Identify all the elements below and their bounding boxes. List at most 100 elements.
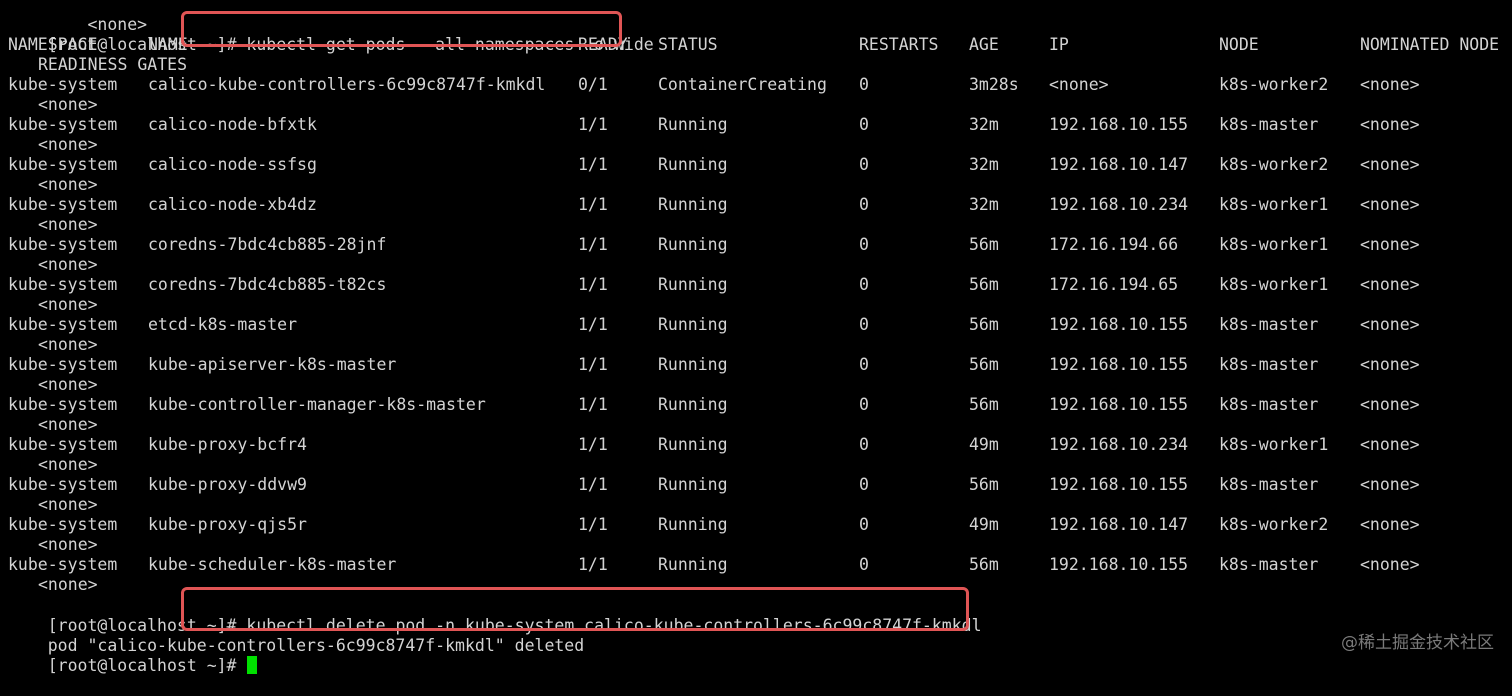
pod-namespace: kube-system xyxy=(8,435,118,454)
pod-node: k8s-worker1 xyxy=(1219,195,1329,214)
pod-namespace: kube-system xyxy=(8,195,118,214)
pod-age: 32m xyxy=(969,155,999,174)
pod-name: calico-kube-controllers-6c99c8747f-kmkdl xyxy=(148,75,546,94)
pod-status: Running xyxy=(658,275,728,294)
pod-age: 56m xyxy=(969,475,999,494)
pod-ready: 1/1 xyxy=(578,115,608,134)
pod-node: k8s-worker1 xyxy=(1219,235,1329,254)
pod-node: k8s-master xyxy=(1219,395,1319,414)
pod-ip: 192.168.10.147 xyxy=(1049,515,1189,534)
pod-readiness-gates: <none> xyxy=(38,255,98,274)
pod-age: 3m28s xyxy=(969,75,1019,94)
pod-readiness-gates: <none> xyxy=(38,295,98,314)
pod-name: calico-node-xb4dz xyxy=(148,195,317,214)
pod-node: k8s-master xyxy=(1219,115,1319,134)
pod-nominated: <none> xyxy=(1360,395,1420,414)
pod-status: Running xyxy=(658,355,728,374)
pod-namespace: kube-system xyxy=(8,155,118,174)
command-line-2: [root@localhost ~]# kubectl delete pod -… xyxy=(8,596,982,635)
pod-readiness-gates: <none> xyxy=(38,175,98,194)
pod-nominated: <none> xyxy=(1360,515,1420,534)
pod-restarts: 0 xyxy=(859,435,869,454)
pod-node: k8s-master xyxy=(1219,355,1319,374)
final-prompt-line[interactable]: [root@localhost ~]# xyxy=(8,636,258,675)
pod-namespace: kube-system xyxy=(8,475,118,494)
pod-ready: 1/1 xyxy=(578,355,608,374)
pod-age: 32m xyxy=(969,195,999,214)
header-namespace: NAMESPACE xyxy=(8,35,98,54)
pod-namespace: kube-system xyxy=(8,235,118,254)
pod-name: kube-controller-manager-k8s-master xyxy=(148,395,486,414)
pod-ip: 192.168.10.155 xyxy=(1049,315,1189,334)
header-restarts: RESTARTS xyxy=(859,35,939,54)
header-age: AGE xyxy=(969,35,999,54)
pod-node: k8s-worker1 xyxy=(1219,275,1329,294)
pod-namespace: kube-system xyxy=(8,275,118,294)
pod-ip: 172.16.194.65 xyxy=(1049,275,1179,294)
pod-name: calico-node-ssfsg xyxy=(148,155,317,174)
pod-namespace: kube-system xyxy=(8,555,118,574)
pod-nominated: <none> xyxy=(1360,555,1420,574)
pod-readiness-gates: <none> xyxy=(38,215,98,234)
pod-ready: 1/1 xyxy=(578,235,608,254)
pod-nominated: <none> xyxy=(1360,355,1420,374)
text-cursor[interactable] xyxy=(247,656,258,674)
pod-status: Running xyxy=(658,395,728,414)
pod-status: Running xyxy=(658,515,728,534)
pod-ip: 192.168.10.155 xyxy=(1049,555,1189,574)
pod-age: 56m xyxy=(969,555,999,574)
pod-status: ContainerCreating xyxy=(658,75,827,94)
pod-restarts: 0 xyxy=(859,115,869,134)
table-header-row: NAMESPACE NAME READY STATUS RESTARTS AGE… xyxy=(8,35,1499,55)
pod-readiness-gates: <none> xyxy=(38,575,98,594)
pod-age: 49m xyxy=(969,435,999,454)
pod-nominated: <none> xyxy=(1360,195,1420,214)
pod-restarts: 0 xyxy=(859,515,869,534)
pod-age: 32m xyxy=(969,115,999,134)
pod-readiness-gates: <none> xyxy=(38,415,98,434)
pod-ip: 192.168.10.155 xyxy=(1049,475,1189,494)
header-node: NODE xyxy=(1219,35,1259,54)
pod-name: calico-node-bfxtk xyxy=(148,115,317,134)
pod-namespace: kube-system xyxy=(8,75,118,94)
pod-readiness-gates: <none> xyxy=(38,335,98,354)
pod-restarts: 0 xyxy=(859,355,869,374)
pod-age: 49m xyxy=(969,515,999,534)
pod-age: 56m xyxy=(969,355,999,374)
pod-status: Running xyxy=(658,195,728,214)
terminal-window[interactable]: <none> [root@localhost ~]# kubectl get p… xyxy=(0,0,1512,675)
header-status: STATUS xyxy=(658,35,718,54)
pod-ready: 1/1 xyxy=(578,315,608,334)
pod-nominated: <none> xyxy=(1360,155,1420,174)
pod-name: kube-proxy-qjs5r xyxy=(148,515,307,534)
output-fragment-line: <none> xyxy=(8,0,147,34)
pod-restarts: 0 xyxy=(859,195,869,214)
pod-node: k8s-worker2 xyxy=(1219,515,1329,534)
pod-ip: 172.16.194.66 xyxy=(1049,235,1179,254)
pod-readiness-gates: <none> xyxy=(38,455,98,474)
pod-nominated: <none> xyxy=(1360,115,1420,134)
pod-ip: 192.168.10.155 xyxy=(1049,115,1189,134)
pod-nominated: <none> xyxy=(1360,475,1420,494)
pod-ready: 1/1 xyxy=(578,435,608,454)
pod-restarts: 0 xyxy=(859,155,869,174)
pod-ip: <none> xyxy=(1049,75,1109,94)
pod-status: Running xyxy=(658,475,728,494)
pod-age: 56m xyxy=(969,275,999,294)
header-ready: READY xyxy=(578,35,628,54)
pod-nominated: <none> xyxy=(1360,435,1420,454)
pod-name: kube-scheduler-k8s-master xyxy=(148,555,397,574)
pod-ip: 192.168.10.155 xyxy=(1049,355,1189,374)
command-line-1: [root@localhost ~]# kubectl get pods --a… xyxy=(8,15,654,54)
pod-namespace: kube-system xyxy=(8,115,118,134)
pod-ready: 1/1 xyxy=(578,155,608,174)
pod-age: 56m xyxy=(969,395,999,414)
table-header-row-wrap: READINESS GATES xyxy=(8,55,187,75)
watermark-text: @稀土掘金技术社区 xyxy=(1341,633,1494,653)
pod-name: coredns-7bdc4cb885-t82cs xyxy=(148,275,387,294)
pod-ip: 192.168.10.234 xyxy=(1049,195,1189,214)
pod-ready: 1/1 xyxy=(578,395,608,414)
pod-status: Running xyxy=(658,115,728,134)
pod-ready: 1/1 xyxy=(578,275,608,294)
pod-ready: 1/1 xyxy=(578,515,608,534)
